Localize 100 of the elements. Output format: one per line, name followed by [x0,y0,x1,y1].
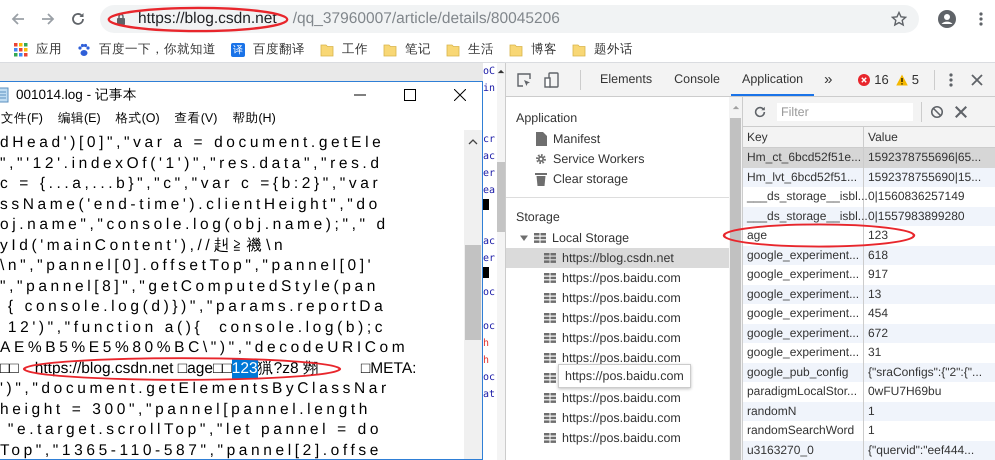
table-grid-icon [544,313,556,323]
tree-item[interactable]: https://pos.baidu.com [506,288,729,308]
table-cell-text: 1592378755696|65... [867,149,982,166]
scrollbar-thumb[interactable] [497,162,505,232]
tab[interactable]: Console [663,63,731,96]
device-icon[interactable] [544,72,560,88]
bookmark[interactable]: 题外话 [572,41,633,58]
table-row[interactable]: Hm_ct_6bcd52f51e... 1592378755696|65... [743,148,995,168]
code-fragment: oc [483,287,496,298]
table-cell-text: 1 [867,402,876,420]
tab[interactable]: Elements [589,63,664,96]
table-row[interactable]: google_experiment... 618 [743,246,995,265]
forward-icon[interactable] [40,10,56,26]
menu-item[interactable]: 帮助(H) [232,110,276,127]
sidebar-item[interactable]: Clear storage [506,169,729,189]
sidebar-item[interactable]: Service Workers [506,149,729,169]
text-line: AE%B5%E5%80%BC\")","decodeURICom [0,338,410,358]
tree-item[interactable]: https://pos.baidu.com [506,268,729,288]
scrollbar-thumb[interactable] [730,118,741,460]
clear-icon[interactable] [954,104,968,118]
scroll-up-icon[interactable] [497,69,505,74]
profile-icon[interactable] [937,8,957,28]
menu-item[interactable]: 查看(V) [174,110,218,127]
table-cell-text: 917 [867,266,890,283]
bookmark[interactable]: 笔记 [383,41,431,58]
star-icon[interactable] [891,10,907,26]
table-row[interactable]: Hm_lvt_6bcd52f51... 1592378755690|15... [743,168,995,187]
more-tabs-button[interactable]: » [814,71,842,88]
text-line: ","'12'.indexOf('1')","res.data","res.d [0,154,384,174]
table-cell-text: 13 [867,286,882,302]
address-bar[interactable]: https://blog.csdn.net /qq_37960007/article/details/80045206 [100,4,919,32]
menu-icon[interactable] [949,72,953,88]
table-grid-icon [544,413,556,423]
tree-item[interactable]: https://pos.baidu.com [506,308,729,328]
filter-field[interactable]: Filter [777,102,913,120]
bookmark[interactable]: 译 百度翻译 [231,41,305,58]
tree-item[interactable]: https://pos.baidu.com [506,328,729,348]
window-title: 001014.log - 记事本 [16,86,137,104]
scrollbar[interactable] [464,130,482,459]
text-line: 12')","function a(){ console.log(b);c [6,318,388,338]
tree-item[interactable]: Local Storage [506,228,729,248]
table-cell-text: 31 [867,344,882,361]
menu-item[interactable]: 文件(F) [1,110,43,127]
table-cell: u3163270_0 [743,440,864,460]
lock-icon [116,12,126,24]
menu-icon[interactable] [979,10,983,26]
bookmark[interactable]: 应用 [14,41,62,58]
table-row[interactable]: ___ds_storage__isbl...0|1557983899280 [743,206,995,226]
table-grid-icon [544,293,556,303]
tree-item[interactable]: https://pos.baidu.com [506,408,729,428]
gear-icon [535,152,547,166]
text-line: Top","1365-110-587","pannel[2].offse [0,440,383,459]
table-row[interactable]: u3163270_0 {"quervid":"eef444... [743,440,995,460]
code-fragment: at [483,389,496,400]
bookmark[interactable]: 工作 [320,41,368,58]
table-cell-text: {"sraConfigs":{"2":{"... [867,364,984,380]
warning-count: 5 [912,72,919,87]
table-cell-text: 123 [867,227,890,244]
tree-item[interactable]: https://blog.csdn.net [506,248,729,268]
url-host: https://blog.csdn.net [138,10,277,28]
warning-icon [896,74,908,86]
scrollbar[interactable] [497,63,505,460]
block-icon[interactable] [930,104,944,118]
table-grid-icon [544,273,556,283]
code-fragment: er [483,253,496,264]
scrollbar-thumb[interactable] [465,245,481,340]
section-title: Application [515,110,578,127]
code-fragment: ac [483,151,496,162]
table-row[interactable]: google_experiment... 13 [743,284,995,304]
maximize-icon[interactable] [404,88,416,100]
menu-item[interactable]: 格式(O) [116,110,160,127]
refresh-icon[interactable] [753,104,767,118]
close-icon[interactable] [454,88,466,100]
sidebar-item[interactable]: Manifest [506,129,729,149]
table-row[interactable]: google_experiment... 672 [743,324,995,343]
bookmark[interactable]: 百度一下，你就知道 [77,41,216,58]
reload-icon[interactable] [70,10,86,26]
menu-item[interactable]: 编辑(E) [58,110,101,127]
tree-item[interactable]: https://pos.baidu.com [506,428,729,448]
table-row[interactable]: google_pub_config {"sraConfigs":{"2":{"... [743,362,995,382]
table-grid-icon [544,373,556,383]
column-header[interactable]: Key [743,127,864,147]
url-path: /qq_37960007/article/details/80045206 [292,10,560,28]
scroll-up-icon[interactable] [468,139,478,145]
text-line: yId('mainContent'),//赳≧禨\n [0,236,288,256]
bookmark[interactable]: 生活 [446,41,494,58]
inspect-icon[interactable] [516,72,532,88]
tree-item[interactable]: https://pos.baidu.com [506,388,729,408]
text-line: oj.name","console.log(obj.name);"," d [0,215,390,235]
text-cursor [483,199,489,210]
paw-icon [77,42,91,56]
table-row[interactable]: randomN 1 [743,402,995,421]
scrollbar[interactable] [729,97,742,460]
bookmark[interactable]: 博客 [509,41,557,58]
table-cell-text: 0wFU7H69bu [867,383,942,400]
trash-icon [535,172,547,186]
text-line: dHead')[0]","var a = document.getEle [0,133,386,153]
back-icon[interactable] [10,10,26,26]
column-header[interactable]: Value [864,127,995,147]
text-line: height = 300","pannel[pannel.length [0,400,372,420]
